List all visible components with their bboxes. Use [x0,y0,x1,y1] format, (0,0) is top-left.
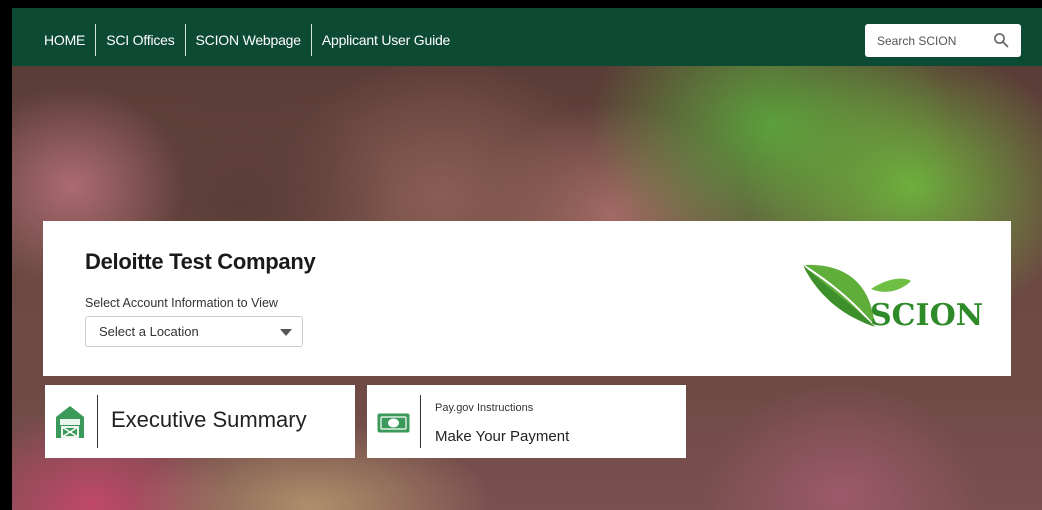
search-box [865,24,1021,57]
tile-divider [420,395,421,448]
nav-item-applicant-user-guide[interactable]: Applicant User Guide [312,24,460,56]
money-icon [377,413,410,433]
executive-summary-label: Executive Summary [111,407,307,432]
tile-divider [97,395,98,448]
account-info-label: Select Account Information to View [85,296,278,310]
chevron-down-icon [280,329,292,336]
page: HOME SCI Offices SCION Webpage Applicant… [12,8,1042,510]
company-card: Deloitte Test Company Select Account Inf… [43,221,1011,376]
scion-logo: SCION [801,261,986,341]
barn-icon [56,406,84,438]
make-payment-label: Make Your Payment [435,428,570,445]
location-select[interactable]: Select a Location [85,316,303,347]
scion-logo-text: SCION [870,298,984,333]
company-title: Deloitte Test Company [85,249,316,274]
nav-item-sci-offices[interactable]: SCI Offices [96,24,184,56]
top-nav-bar: HOME SCI Offices SCION Webpage Applicant… [12,8,1042,66]
nav-item-home[interactable]: HOME [34,24,95,56]
make-payment-tile[interactable]: Pay.gov Instructions Make Your Payment [367,385,686,458]
nav-item-scion-webpage[interactable]: SCION Webpage [186,24,311,56]
paygov-instructions-label: Pay.gov Instructions [435,402,534,414]
executive-summary-tile[interactable]: Executive Summary [45,385,355,458]
search-input[interactable] [875,24,995,57]
screenshot-frame: HOME SCI Offices SCION Webpage Applicant… [0,0,1042,510]
search-icon[interactable] [993,32,1009,48]
location-select-value: Select a Location [99,324,199,339]
nav-items: HOME SCI Offices SCION Webpage Applicant… [34,24,460,56]
